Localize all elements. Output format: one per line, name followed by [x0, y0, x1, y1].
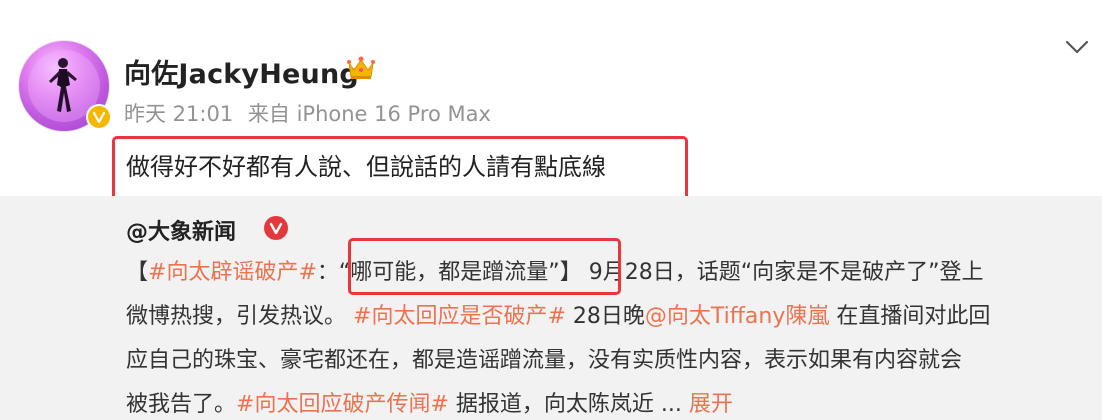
- repost-author[interactable]: @大象新闻: [126, 214, 236, 246]
- colon: ：: [316, 260, 339, 285]
- verified-badge-icon: [86, 104, 112, 130]
- repost-line-4: 被我告了。#向太回应破产传闻# 据报道，向太陈岚近 ... 展开: [126, 386, 733, 418]
- repost-text: 应自己的珠宝、豪宅都还在，都是造谣蹭流量，没有实质性内容，表示如果有内容就会: [126, 348, 963, 373]
- username[interactable]: 向佐JackyHeung: [124, 52, 359, 91]
- post-meta: 昨天 21:01 来自 iPhone 16 Pro Max: [124, 98, 499, 128]
- repost-text: 微博热搜，引发热议。: [126, 304, 347, 329]
- hashtag-link[interactable]: #向太辟谣破产#: [148, 260, 317, 285]
- repost-text: 9月28日，话题“向家是不是破产了”登上: [588, 260, 984, 285]
- post-time[interactable]: 昨天 21:01: [124, 102, 233, 126]
- mention-link[interactable]: @向太Tiffany陳嵐: [645, 304, 829, 329]
- hashtag-link[interactable]: #向太回应是否破产#: [353, 304, 566, 329]
- hashtag-link[interactable]: #向太回应破产传闻#: [236, 392, 449, 417]
- expand-link[interactable]: 展开: [689, 392, 733, 417]
- repost-card[interactable]: @大象新闻 【#向太辟谣破产#：“哪可能，都是蹭流量”】 9月28日，话题“向家…: [0, 196, 1102, 420]
- weibo-post: 向佐JackyHeung 昨天 21:01 来自 iPhone 16 Pro M…: [0, 0, 1102, 420]
- bracket-open: 【: [126, 260, 149, 285]
- ellipsis: ...: [660, 392, 682, 417]
- repost-line-2: 微博热搜，引发热议。 #向太回应是否破产# 28日晚@向太Tiffany陳嵐 在…: [126, 298, 990, 330]
- highlight-box-quote: [348, 238, 621, 295]
- repost-text: 被我告了。: [126, 392, 237, 417]
- repost-text: 28日晚: [572, 304, 645, 329]
- avatar[interactable]: [18, 40, 112, 132]
- chevron-down-icon[interactable]: [1063, 36, 1091, 58]
- repost-text: 在直播间对此回: [836, 304, 991, 329]
- repost-line-3: 应自己的珠宝、豪宅都还在，都是造谣蹭流量，没有实质性内容，表示如果有内容就会: [126, 342, 962, 374]
- post-source: 来自 iPhone 16 Pro Max: [247, 102, 491, 126]
- repost-text: 据报道，向太陈岚近: [455, 392, 654, 417]
- crown-icon[interactable]: [346, 54, 376, 82]
- weibo-v-icon: [264, 216, 288, 240]
- highlight-box-post-text: [112, 136, 688, 205]
